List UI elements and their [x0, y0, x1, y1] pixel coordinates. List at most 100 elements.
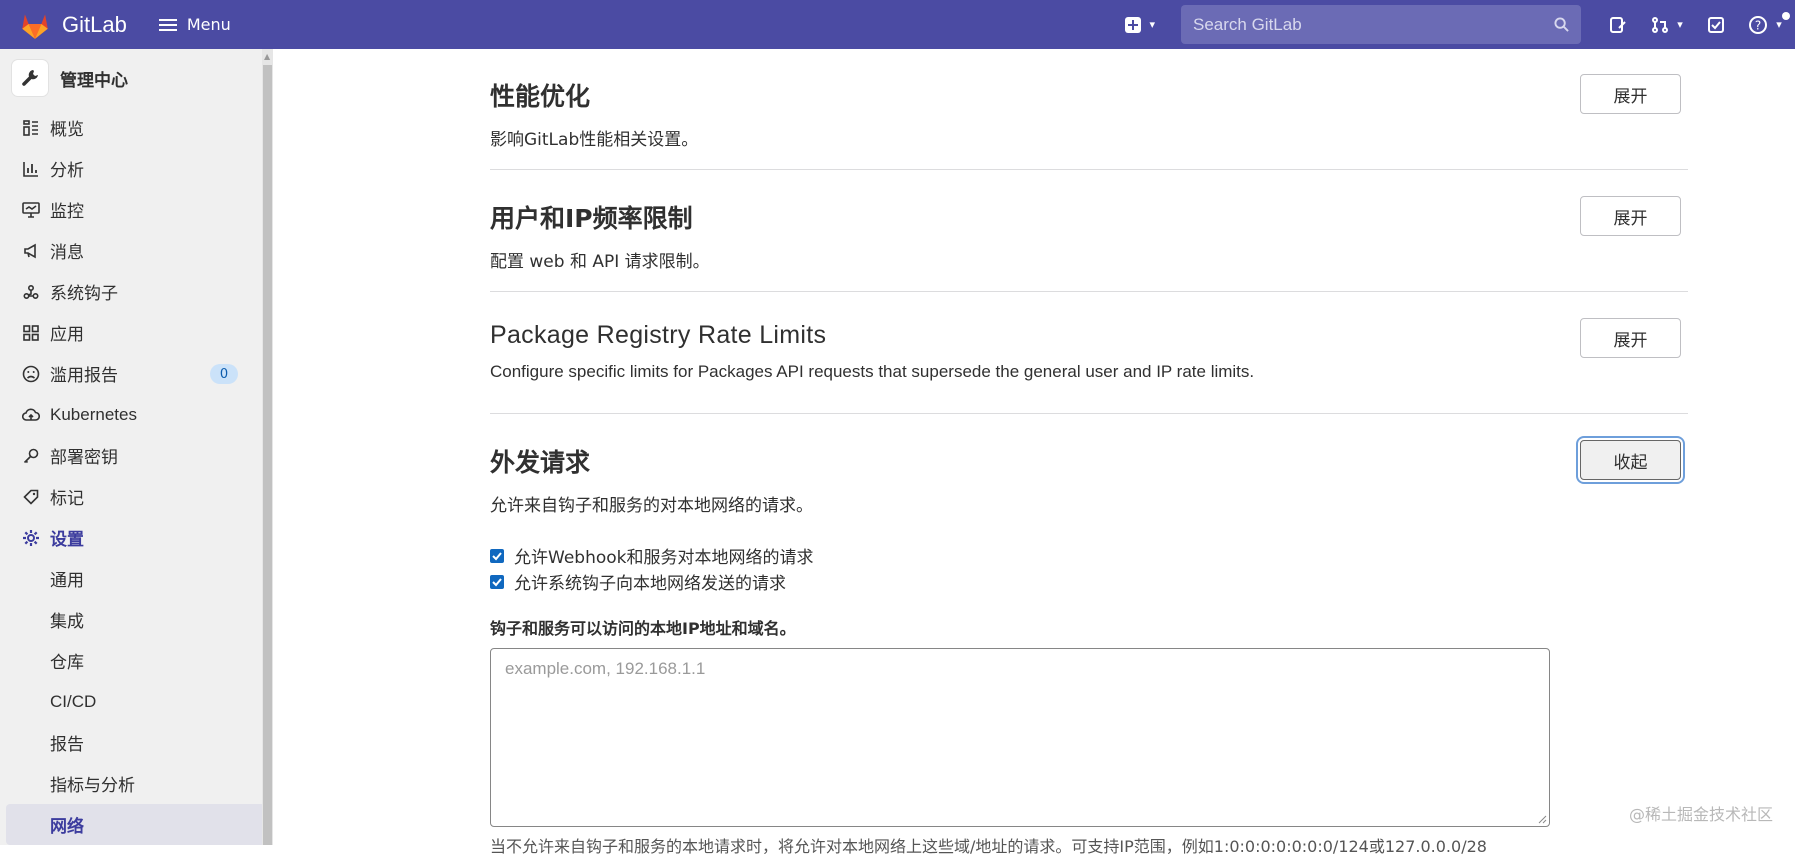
sidebar-sub-general[interactable]: 通用 — [0, 558, 273, 599]
sidebar-item-applications[interactable]: 应用 — [0, 312, 273, 353]
section-outbound-requests: 外发请求 允许来自钩子和服务的对本地网络的请求。 — [490, 443, 1688, 516]
collapse-button-outbound[interactable]: 收起 — [1580, 440, 1681, 480]
overview-icon — [20, 119, 42, 136]
hamburger-icon — [158, 16, 177, 34]
sidebar-sub-reporting[interactable]: 报告 — [0, 722, 273, 763]
sidebar-item-settings[interactable]: 设置 — [0, 517, 273, 558]
sidebar-item-label: 监控 — [50, 202, 84, 222]
sidebar-item-system-hooks[interactable]: 系统钩子 — [0, 271, 273, 312]
checkmark-icon — [492, 577, 502, 586]
sidebar-sub-metrics[interactable]: 指标与分析 — [0, 763, 273, 804]
checkbox-row-webhooks-local[interactable]: 允许Webhook和服务对本地网络的请求 — [490, 543, 813, 568]
search-input[interactable] — [1193, 14, 1554, 35]
sidebar-scrollbar[interactable]: ▲ — [262, 49, 273, 845]
sidebar-title: 管理中心 — [60, 70, 128, 91]
allowlist-field-label: 钩子和服务可以访问的本地IP地址和域名。 — [490, 619, 796, 638]
sidebar-header[interactable]: 管理中心 — [0, 49, 273, 107]
section-title: 外发请求 — [490, 448, 591, 477]
messages-icon — [20, 243, 42, 259]
todo-icon[interactable] — [1705, 14, 1727, 36]
sidebar-item-label: 消息 — [50, 243, 84, 263]
sidebar-item-label: 设置 — [50, 530, 84, 550]
resize-grip-icon[interactable] — [1537, 814, 1547, 824]
hook-icon — [20, 284, 42, 300]
chevron-down-icon: ▾ — [1677, 18, 1683, 31]
notification-dot — [1782, 11, 1790, 20]
expand-button-package-registry[interactable]: 展开 — [1580, 318, 1681, 358]
section-package-registry: Package Registry Rate Limits Configure s… — [490, 321, 1688, 382]
plus-square-icon — [1125, 16, 1142, 33]
section-title: Package Registry Rate Limits — [490, 321, 827, 349]
search-box[interactable] — [1181, 5, 1581, 44]
allowlist-help-text: 当不允许来自钩子和服务的本地请求时，将允许对本地网络上这些域/地址的请求。可支持… — [490, 837, 1487, 856]
settings-icon — [20, 529, 42, 547]
checkbox-label: 允许Webhook和服务对本地网络的请求 — [514, 548, 814, 568]
sidebar-sub-network[interactable]: 网络 — [6, 804, 265, 845]
sidebar-sub-cicd[interactable]: CI/CD — [0, 681, 273, 722]
section-divider — [490, 169, 1688, 170]
monitor-icon — [20, 201, 42, 218]
section-title: 性能优化 — [490, 82, 591, 111]
sidebar-item-kubernetes[interactable]: Kubernetes — [0, 394, 273, 435]
count-badge: 0 — [210, 364, 238, 384]
checkbox-label: 允许系统钩子向本地网络发送的请求 — [514, 574, 786, 594]
sidebar-item-label: 应用 — [50, 325, 84, 345]
section-rate-limits: 用户和IP频率限制 配置 web 和 API 请求限制。 — [490, 199, 1688, 272]
expand-button-rate-limits[interactable]: 展开 — [1580, 196, 1681, 236]
sidebar-item-messages[interactable]: 消息 — [0, 230, 273, 271]
kubernetes-icon — [20, 407, 42, 423]
section-description: 允许来自钩子和服务的对本地网络的请求。 — [490, 496, 813, 516]
sidebar-sub-repository[interactable]: 仓库 — [0, 640, 273, 681]
sidebar-item-label: 概览 — [50, 120, 84, 140]
watermark: @稀土掘金技术社区 — [1628, 805, 1773, 824]
expand-button-performance[interactable]: 展开 — [1580, 74, 1681, 114]
help-icon[interactable]: ? ▾ — [1745, 11, 1790, 36]
main-content: 性能优化 影响GitLab性能相关设置。 展开 用户和IP频率限制 配置 web… — [273, 49, 1795, 856]
chevron-down-icon: ▾ — [1776, 18, 1782, 31]
gitlab-tanuki-icon — [22, 13, 48, 39]
sidebar-item-analytics[interactable]: 分析 — [0, 148, 273, 189]
applications-icon — [20, 324, 42, 341]
key-icon — [20, 448, 42, 464]
sidebar-item-label: 滥用报告 — [50, 366, 118, 386]
merge-requests-icon[interactable]: ▾ — [1647, 14, 1687, 36]
checkbox-checked[interactable] — [490, 574, 504, 589]
admin-sidebar: 管理中心 概览 分析 监控 消息 系统钩子 应用 滥用报告 0 Kubernet… — [0, 49, 273, 845]
menu-label: Menu — [186, 15, 231, 34]
abuse-icon — [20, 365, 42, 383]
scroll-up-arrow-icon[interactable]: ▲ — [264, 52, 270, 61]
section-divider — [490, 291, 1688, 292]
search-icon — [1554, 17, 1569, 32]
checkmark-icon — [492, 551, 502, 560]
top-navbar: GitLab Menu ▾ ▾ ? ▾ — [0, 0, 1795, 49]
checkbox-row-system-hooks-local[interactable]: 允许系统钩子向本地网络发送的请求 — [490, 569, 786, 594]
menu-button[interactable]: Menu — [158, 15, 231, 34]
section-performance: 性能优化 影响GitLab性能相关设置。 — [490, 77, 1688, 150]
allowlist-textarea[interactable] — [505, 659, 1535, 816]
sidebar-item-abuse-reports[interactable]: 滥用报告 0 — [0, 353, 273, 394]
section-title: 用户和IP频率限制 — [490, 204, 693, 233]
new-dropdown-button[interactable]: ▾ — [1125, 16, 1155, 33]
scrollbar-thumb[interactable] — [263, 65, 272, 845]
section-description: Configure specific limits for Packages A… — [490, 362, 1255, 381]
sidebar-item-monitor[interactable]: 监控 — [0, 189, 273, 230]
checkbox-checked[interactable] — [490, 548, 504, 563]
sidebar-item-label: 系统钩子 — [50, 284, 118, 304]
sidebar-item-label: Kubernetes — [50, 404, 137, 424]
issues-icon[interactable] — [1607, 14, 1629, 36]
section-divider — [490, 413, 1688, 414]
allowlist-textarea-wrapper — [490, 648, 1550, 827]
sidebar-sub-integrations[interactable]: 集成 — [0, 599, 273, 640]
sidebar-item-labels[interactable]: 标记 — [0, 476, 273, 517]
sidebar-item-label: 标记 — [50, 489, 84, 509]
svg-text:?: ? — [1755, 18, 1761, 32]
analytics-icon — [20, 161, 42, 177]
sidebar-item-label: 分析 — [50, 161, 84, 181]
section-description: 影响GitLab性能相关设置。 — [490, 130, 699, 150]
gitlab-logo[interactable]: GitLab — [18, 8, 127, 42]
admin-wrench-icon — [12, 60, 48, 96]
chevron-down-icon: ▾ — [1149, 18, 1155, 31]
sidebar-item-overview[interactable]: 概览 — [0, 107, 273, 148]
sidebar-item-deploy-keys[interactable]: 部署密钥 — [0, 435, 273, 476]
brand-name: GitLab — [62, 11, 127, 37]
